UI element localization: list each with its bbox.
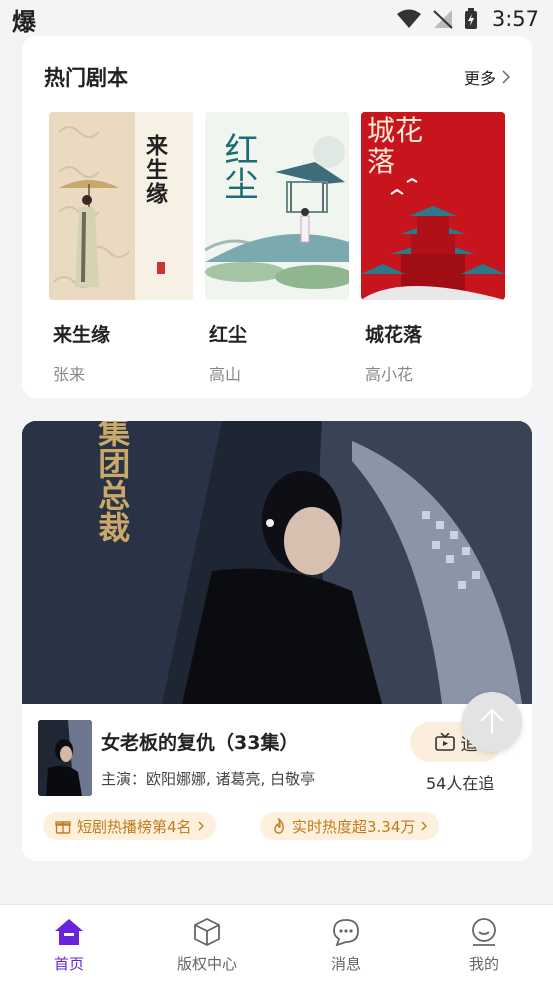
book-cover[interactable]: 来生缘	[49, 112, 193, 300]
book-title: 城花落	[365, 324, 423, 346]
book-item[interactable]: 红尘 红尘 高山	[205, 112, 349, 385]
chat-icon	[333, 919, 359, 947]
more-link[interactable]: 更多	[464, 65, 510, 89]
hot-scripts-title: 热门剧本	[44, 66, 128, 90]
status-bar: 爆 3:57	[0, 0, 553, 38]
chevron-right-icon	[502, 70, 510, 84]
nav-label: 我的	[468, 955, 499, 973]
nav-label: 版权中心	[176, 955, 237, 973]
video-overlay-text: 集团总裁	[93, 421, 132, 543]
drama-thumbnail-art	[38, 720, 92, 796]
drama-thumbnail[interactable]	[38, 720, 92, 796]
book-cover-text: 红尘	[218, 132, 258, 200]
rank-badge[interactable]: 短剧热播榜第4名	[43, 812, 216, 840]
drama-cast: 主演：欧阳娜娜, 诸葛亮, 白敬亭	[101, 770, 316, 788]
chevron-right-icon	[198, 821, 204, 831]
nav-item-copyright[interactable]: 版权中心	[157, 917, 257, 974]
book-author: 张来	[53, 365, 86, 384]
hot-scripts-card: 热门剧本 更多 来生缘 来生缘 张来 红尘 红尘 高山 城花落 城花落 高小花	[22, 36, 532, 398]
rank-badge-label: 短剧热播榜第4名	[77, 817, 192, 836]
status-app-glyph: 爆	[12, 7, 36, 36]
bottom-nav: 首页 版权中心 消息 我的	[0, 904, 553, 983]
book-cover-text: 城花落	[367, 114, 424, 178]
more-label: 更多	[463, 69, 496, 88]
hot-scripts-header: 热门剧本 更多	[44, 62, 510, 92]
book-item[interactable]: 城花落 城花落 高小花	[361, 112, 505, 385]
profile-icon	[472, 918, 496, 946]
book-cover-art	[49, 112, 193, 300]
book-author: 高小花	[365, 365, 414, 384]
status-time: 3:57	[491, 7, 539, 31]
arrow-up-icon	[480, 708, 504, 734]
book-item[interactable]: 来生缘 来生缘 张来	[49, 112, 193, 385]
box-icon	[194, 917, 220, 947]
gift-icon	[55, 821, 71, 834]
nav-item-home[interactable]: 首页	[19, 917, 119, 974]
home-icon	[55, 919, 83, 945]
wifi-icon	[396, 9, 421, 28]
follow-count: 54人在追	[426, 774, 495, 793]
book-cover[interactable]: 城花落	[361, 112, 505, 300]
drama-video-preview[interactable]: 集团总裁	[22, 421, 532, 704]
battery-charging-icon	[464, 8, 477, 29]
drama-info: 女老板的复仇（33集） 主演：欧阳娜娜, 诸葛亮, 白敬亭 追 54人在追	[38, 720, 518, 800]
tv-icon	[434, 733, 455, 751]
back-to-top-button[interactable]	[462, 692, 522, 752]
no-signal-icon	[433, 10, 453, 29]
flame-icon	[274, 818, 284, 834]
nav-label: 消息	[330, 955, 361, 973]
book-title: 红尘	[209, 324, 248, 346]
book-author: 高山	[209, 365, 242, 384]
drama-card[interactable]: 集团总裁 女老板的复仇（33集） 主演：欧阳娜娜, 诸葛亮, 白敬亭 追 54人…	[22, 421, 532, 861]
nav-item-profile[interactable]: 我的	[434, 917, 534, 974]
drama-title: 女老板的复仇（33集）	[101, 732, 299, 754]
nav-item-messages[interactable]: 消息	[296, 917, 396, 974]
book-cover[interactable]: 红尘	[205, 112, 349, 300]
chevron-right-icon	[421, 821, 428, 831]
heat-badge[interactable]: 实时热度超3.34万	[260, 812, 440, 840]
book-cover-text: 来生缘	[142, 134, 168, 206]
status-icons: 3:57	[396, 7, 539, 31]
heat-badge-label: 实时热度超3.34万	[292, 817, 416, 836]
book-title: 来生缘	[53, 324, 111, 346]
nav-label: 首页	[53, 955, 84, 973]
